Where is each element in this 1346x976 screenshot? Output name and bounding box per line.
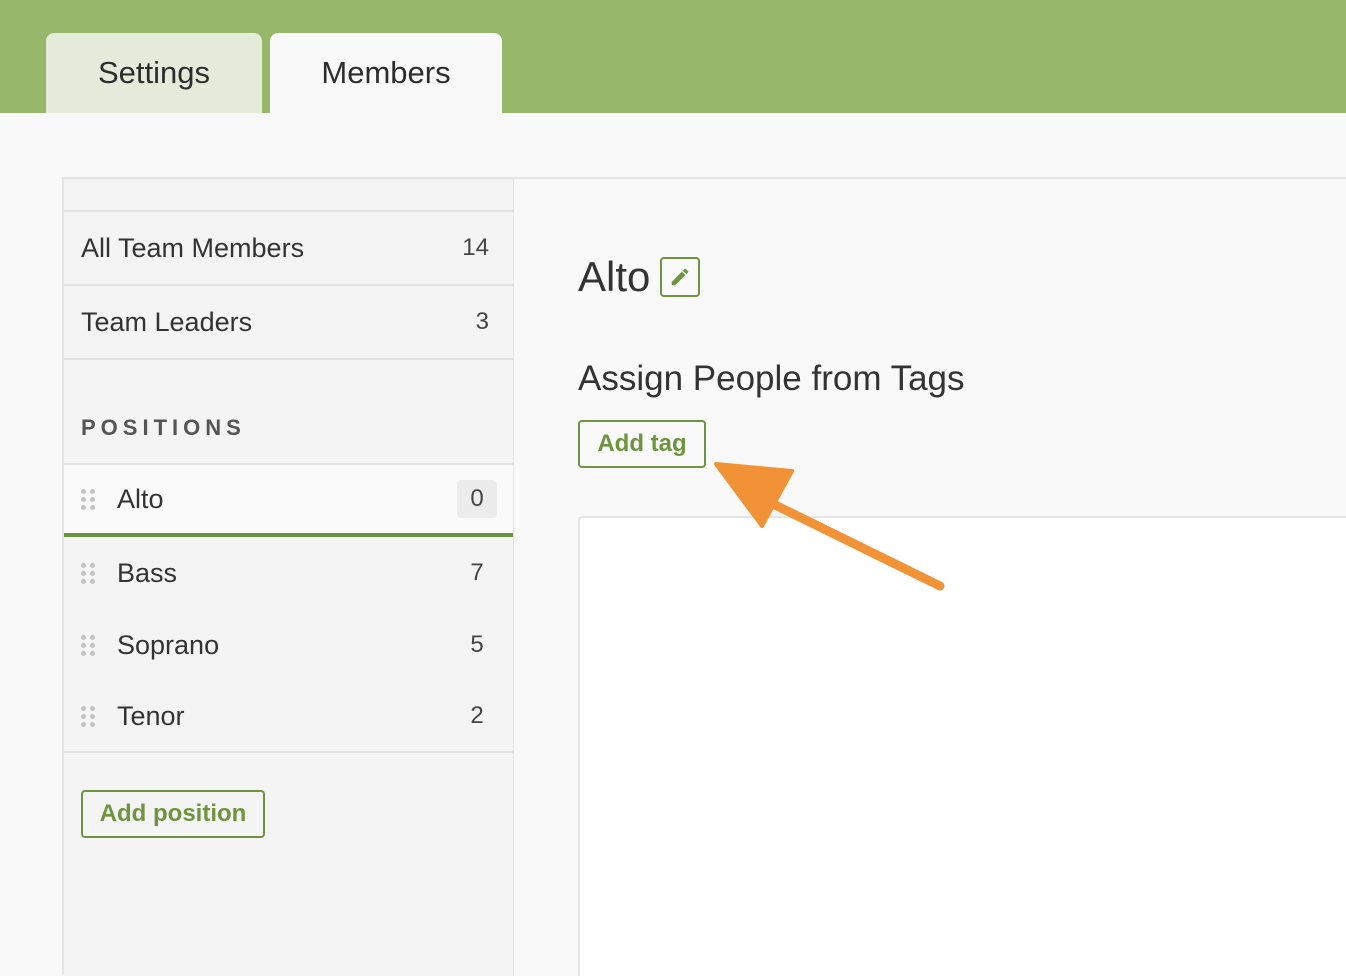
position-label: Alto (117, 483, 164, 514)
position-item-bass[interactable]: Bass 7 (64, 537, 513, 609)
drag-handle-icon[interactable] (81, 563, 95, 584)
positions-heading: POSITIONS (64, 360, 513, 465)
sidebar-item-label: All Team Members (81, 232, 305, 263)
members-panel: All Team Members 14 Team Leaders 3 POSIT… (62, 177, 1346, 976)
tab-members[interactable]: Members (270, 33, 502, 113)
sidebar-item-count: 14 (462, 234, 489, 261)
position-label: Bass (117, 557, 178, 588)
position-label: Soprano (117, 629, 220, 660)
sidebar: All Team Members 14 Team Leaders 3 POSIT… (64, 179, 514, 976)
main-content: Alto Assign People from Tags Add tag (514, 179, 1346, 976)
position-count: 0 (457, 480, 497, 518)
top-bar: Settings Members (0, 0, 1346, 113)
sidebar-item-team-leaders[interactable]: Team Leaders 3 (64, 286, 513, 360)
page-title: Alto (578, 253, 651, 300)
position-item-soprano[interactable]: Soprano 5 (64, 609, 513, 681)
pencil-icon[interactable] (660, 257, 701, 297)
position-count: 2 (470, 702, 484, 729)
drag-handle-icon[interactable] (81, 635, 95, 656)
position-item-alto[interactable]: Alto 0 (64, 465, 513, 537)
drag-handle-icon[interactable] (81, 706, 95, 727)
assign-tags-heading: Assign People from Tags (578, 359, 965, 398)
sidebar-spacer (64, 179, 513, 212)
sidebar-item-all-team-members[interactable]: All Team Members 14 (64, 212, 513, 286)
position-count: 5 (470, 631, 484, 658)
drag-handle-icon[interactable] (81, 489, 95, 510)
position-item-tenor[interactable]: Tenor 2 (64, 681, 513, 753)
tab-settings[interactable]: Settings (46, 33, 262, 113)
position-count: 7 (470, 559, 484, 586)
add-tag-button[interactable]: Add tag (578, 420, 706, 468)
sidebar-item-count: 3 (475, 308, 489, 335)
tags-panel (578, 516, 1346, 976)
position-label: Tenor (117, 700, 185, 731)
add-position-button[interactable]: Add position (81, 790, 265, 838)
sidebar-item-label: Team Leaders (81, 306, 253, 337)
position-title: Alto (578, 253, 701, 301)
